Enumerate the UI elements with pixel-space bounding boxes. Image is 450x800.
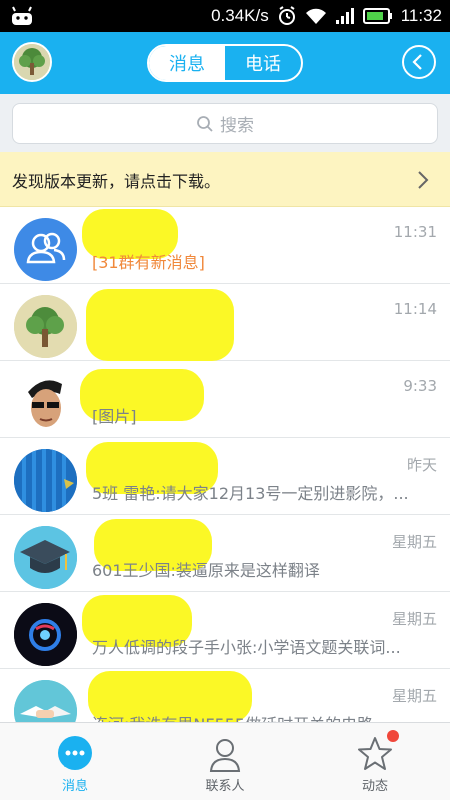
message-preview: [图片] xyxy=(92,407,137,426)
tab-messages-bottom[interactable]: 消息 xyxy=(0,723,150,800)
message-call-switch: 消息 电话 xyxy=(147,44,303,82)
conversation-list: 11:31 [31群有新消息] 11:14 9:33 [图片] 昨天 5班 雷艳… xyxy=(0,207,450,722)
contact-avatar xyxy=(14,295,77,358)
tab-contacts-label: 联系人 xyxy=(205,779,245,794)
contact-avatar xyxy=(14,526,77,589)
contact-avatar xyxy=(14,372,77,435)
app-header: 消息 电话 xyxy=(0,32,450,94)
tab-moments-label: 动态 xyxy=(361,779,388,794)
update-notice[interactable]: 发现版本更新，请点击下载。 xyxy=(0,152,450,207)
chat-bubble-icon xyxy=(58,736,92,770)
list-item[interactable]: 星期五 601王少国:装逼原来是这样翻译 xyxy=(0,515,450,592)
glowing-logo-icon xyxy=(14,603,77,666)
list-item[interactable]: 星期五 万人低调的段子手小张:小学语文题关联词... xyxy=(0,592,450,669)
battery-icon xyxy=(362,8,392,24)
wifi-icon xyxy=(305,8,326,24)
back-button[interactable] xyxy=(402,45,436,79)
blue-stripes-image-icon xyxy=(14,449,77,512)
search-input[interactable]: 搜索 xyxy=(12,103,438,144)
update-notice-text: 发现版本更新，请点击下载。 xyxy=(12,172,221,191)
list-item[interactable]: 星期五 连河:我诛有思NF555做延时开关的电路... xyxy=(0,669,450,722)
message-preview: 601王少国:装逼原来是这样翻译 xyxy=(92,561,320,580)
notification-dot xyxy=(387,730,399,742)
group-icon xyxy=(26,232,66,264)
graduation-cap-icon xyxy=(14,526,77,589)
message-preview: 5班 雷艳:请大家12月13号一定别进影院，... xyxy=(92,484,409,503)
handshake-icon xyxy=(14,680,77,722)
message-time: 星期五 xyxy=(391,687,437,705)
tab-moments[interactable]: 动态 xyxy=(300,723,450,800)
android-icon xyxy=(12,6,32,25)
status-bar: 0.34K/s 11:32 xyxy=(0,0,450,32)
search-placeholder: 搜索 xyxy=(220,116,254,136)
contact-avatar xyxy=(14,603,77,666)
signal-icon xyxy=(335,8,354,24)
redaction-mark xyxy=(86,289,234,361)
tree-icon xyxy=(14,295,77,358)
message-time: 星期五 xyxy=(391,610,437,628)
tab-messages[interactable]: 消息 xyxy=(149,46,225,80)
list-item[interactable]: 11:31 [31群有新消息] xyxy=(0,207,450,284)
group-avatar xyxy=(14,218,77,281)
tab-calls[interactable]: 电话 xyxy=(225,46,301,80)
search-icon xyxy=(197,115,213,132)
alarm-icon xyxy=(278,6,295,25)
list-item[interactable]: 昨天 5班 雷艳:请大家12月13号一定别进影院，... xyxy=(0,438,450,515)
network-speed: 0.34K/s xyxy=(211,6,269,25)
message-time: 9:33 xyxy=(403,377,437,395)
message-preview: 万人低调的段子手小张:小学语文题关联词... xyxy=(92,638,401,657)
person-icon xyxy=(209,739,241,772)
avatar[interactable] xyxy=(12,42,52,82)
contact-avatar xyxy=(14,449,77,512)
message-preview: [31群有新消息] xyxy=(92,253,205,272)
sunglasses-man-icon xyxy=(28,380,62,427)
message-preview: 连河:我诛有思NF555做延时开关的电路... xyxy=(92,711,437,722)
search-bar: 搜索 xyxy=(0,94,450,152)
message-time: 11:31 xyxy=(393,223,437,241)
chevron-right-icon xyxy=(418,171,429,189)
tree-icon xyxy=(14,44,50,80)
chevron-left-icon xyxy=(412,54,422,70)
message-time: 星期五 xyxy=(391,533,437,551)
tab-messages-label: 消息 xyxy=(61,779,88,794)
message-time: 昨天 xyxy=(406,456,437,474)
message-time: 11:14 xyxy=(393,300,437,318)
list-item[interactable]: 11:14 xyxy=(0,284,450,361)
tab-contacts[interactable]: 联系人 xyxy=(150,723,300,800)
list-item[interactable]: 9:33 [图片] xyxy=(0,361,450,438)
clock: 11:32 xyxy=(400,6,442,25)
contact-avatar xyxy=(14,680,77,722)
bottom-tab-bar: 消息 联系人 动态 xyxy=(0,722,450,800)
